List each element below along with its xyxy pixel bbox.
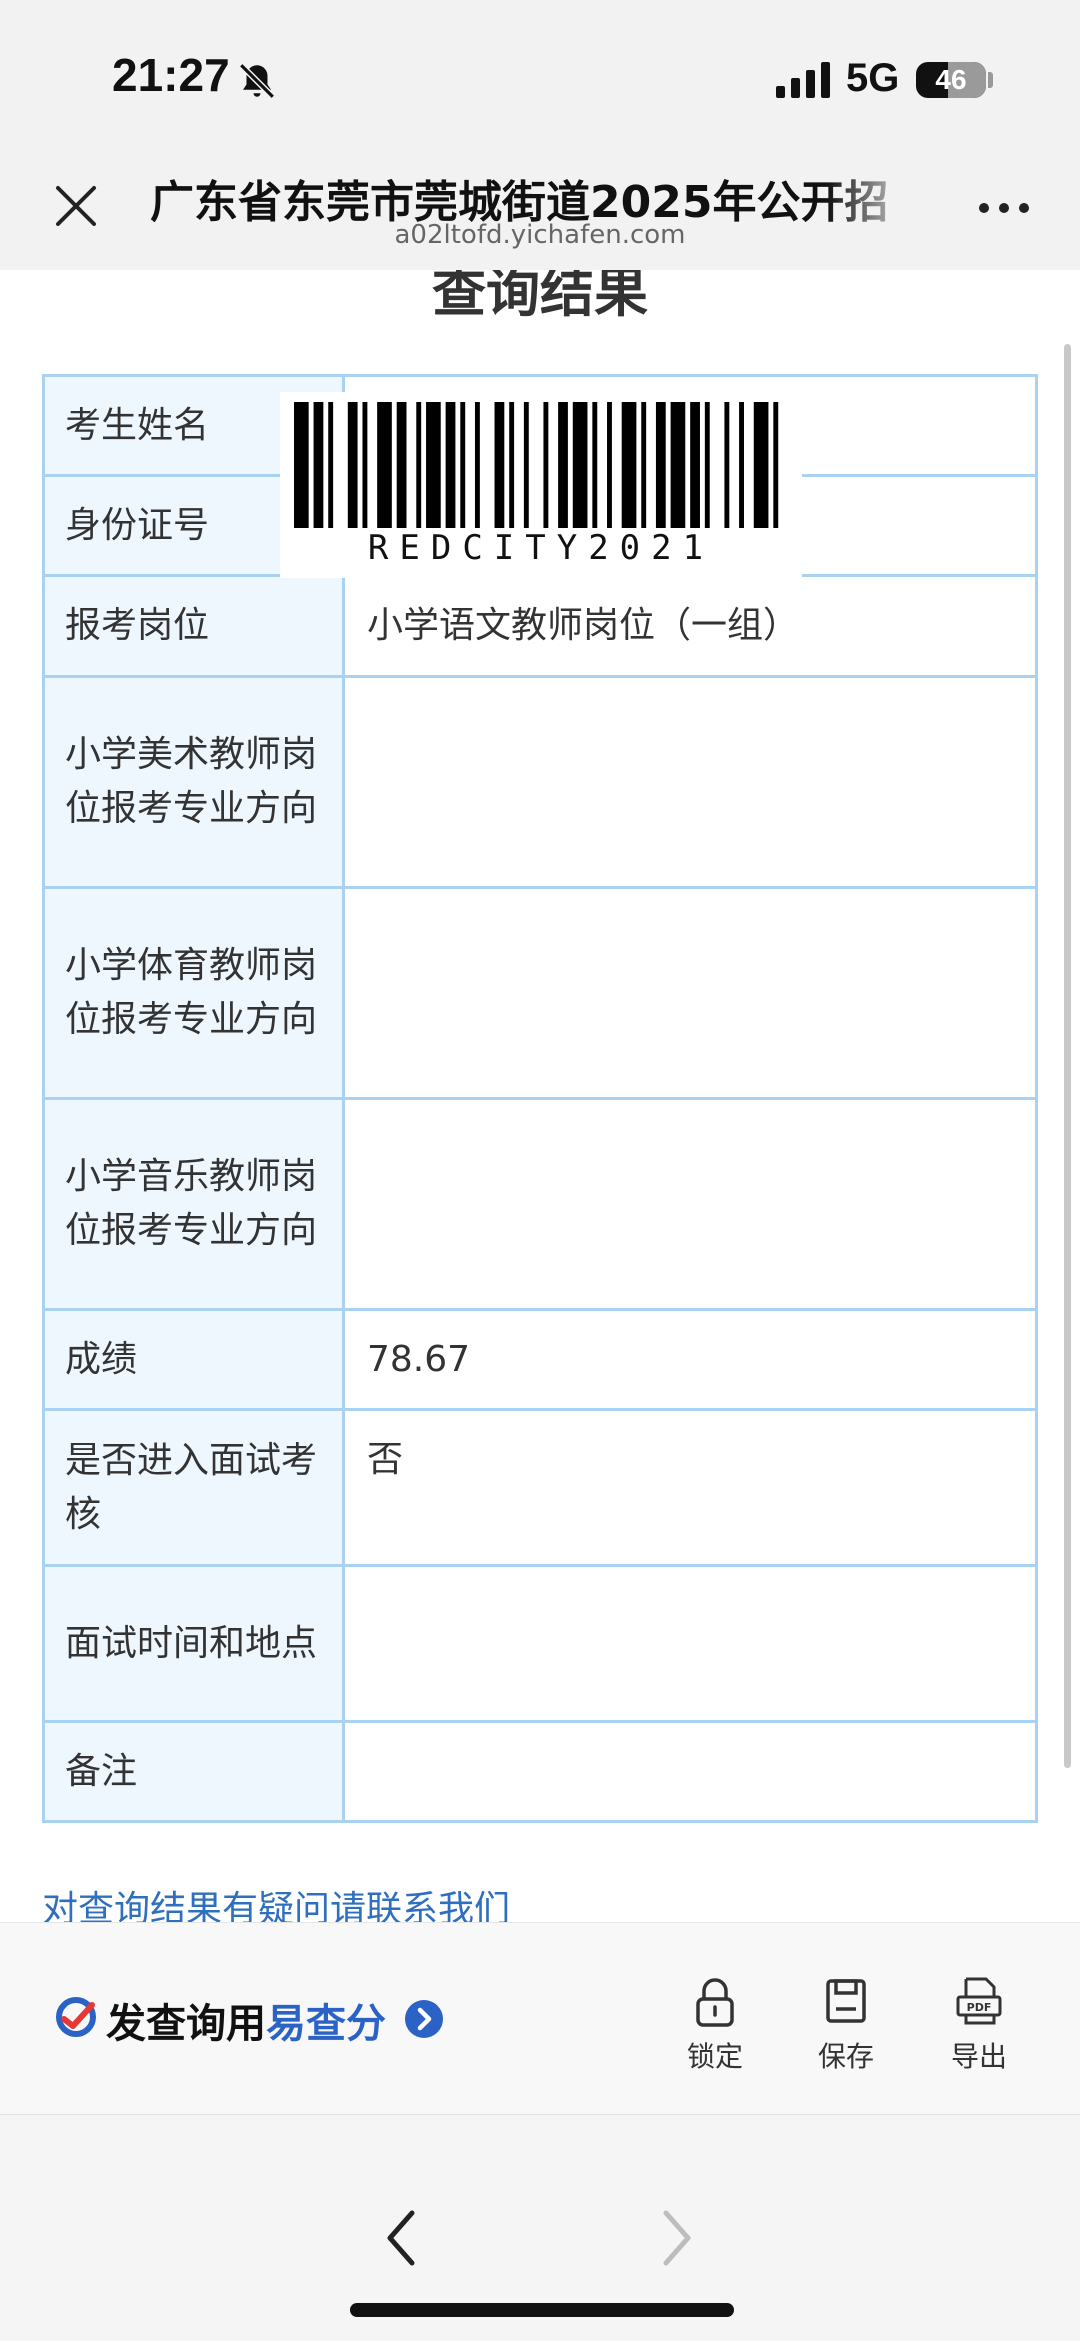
row-value	[342, 1564, 1038, 1723]
scrollbar[interactable]	[1064, 344, 1071, 1768]
signal-icon	[776, 62, 830, 98]
barcode-text: REDCITY2021	[367, 528, 715, 568]
chevron-right-icon[interactable]	[652, 2203, 702, 2273]
save-icon	[826, 1979, 866, 2023]
row-label: 备注	[42, 1720, 345, 1823]
row-value: 否	[342, 1408, 1038, 1567]
page-url: a02ltofd.yichafen.com	[394, 220, 686, 250]
lock-label: 锁定	[686, 2040, 743, 2073]
barcode-image	[294, 402, 779, 528]
row-value	[342, 1720, 1038, 1823]
barcode-sticker: REDCITY2021	[280, 392, 802, 578]
row-value: 小学语文教师岗位（一组）	[342, 574, 1038, 678]
lock-icon	[696, 1978, 734, 2027]
home-indicator[interactable]	[350, 2303, 734, 2317]
table-row: 是否进入面试考核 否	[42, 1408, 1038, 1567]
row-label: 成绩	[42, 1308, 345, 1411]
table-row: 备注	[42, 1720, 1038, 1823]
export-button[interactable]: PDF 导出	[929, 1975, 1029, 2085]
status-time: 21:27	[112, 49, 230, 101]
navigation-bar	[0, 2114, 1080, 2341]
more-icon[interactable]	[974, 196, 1034, 220]
row-value	[342, 1097, 1038, 1311]
lock-button[interactable]: 锁定	[665, 1975, 765, 2085]
battery-cap	[988, 72, 993, 88]
result-table: 考生姓名 身份证号 报考岗位 小学语文教师岗位（一组） 小学美术教师岗位报考专业…	[42, 374, 1038, 1823]
table-row: 报考岗位 小学语文教师岗位（一组）	[42, 574, 1038, 678]
network-type: 5G	[846, 56, 900, 100]
table-row: 成绩 78.67	[42, 1308, 1038, 1411]
row-label: 小学体育教师岗位报考专业方向	[42, 886, 345, 1100]
row-value	[342, 675, 1038, 889]
row-value	[342, 886, 1038, 1100]
page-title: 广东省东莞市莞城街道2025年公开招	[150, 177, 889, 222]
pdf-icon: PDF	[956, 1977, 1002, 2025]
table-row: 小学音乐教师岗位报考专业方向	[42, 1097, 1038, 1311]
browser-header: 21:27 5G 46 广东省东莞市莞城街道2025年公开招 a02ltofd.…	[0, 0, 1080, 270]
table-row: 面试时间和地点	[42, 1564, 1038, 1723]
page-root: 21:27 5G 46 广东省东莞市莞城街道2025年公开招 a02ltofd.…	[0, 0, 1080, 2341]
brand-prefix: 发查询用	[106, 2001, 266, 2047]
chevron-left-icon[interactable]	[376, 2203, 426, 2273]
save-label: 保存	[817, 2040, 874, 2073]
row-label: 小学美术教师岗位报考专业方向	[42, 675, 345, 889]
brand-name: 易查分	[266, 2001, 386, 2047]
yichafen-logo-icon	[56, 1997, 96, 2037]
row-label: 是否进入面试考核	[42, 1408, 345, 1567]
row-label: 报考岗位	[42, 574, 345, 678]
row-label: 小学音乐教师岗位报考专业方向	[42, 1097, 345, 1311]
export-label: 导出	[950, 2040, 1007, 2073]
table-row: 小学体育教师岗位报考专业方向	[42, 886, 1038, 1100]
bell-muted-icon	[239, 63, 275, 99]
brand-slogan[interactable]: 发查询用易查分	[106, 1991, 386, 2049]
svg-text:PDF: PDF	[967, 2001, 992, 2014]
action-bar: 发查询用易查分 锁定 保存 PDF 导出	[0, 1922, 1080, 2114]
battery-icon: 46	[916, 62, 986, 98]
chevron-right-circle-icon[interactable]	[404, 1999, 444, 2039]
row-value: 78.67	[342, 1308, 1038, 1411]
table-row: 小学美术教师岗位报考专业方向	[42, 675, 1038, 889]
save-button[interactable]: 保存	[796, 1975, 896, 2085]
battery-level: 46	[935, 64, 967, 95]
row-label: 面试时间和地点	[42, 1564, 345, 1723]
